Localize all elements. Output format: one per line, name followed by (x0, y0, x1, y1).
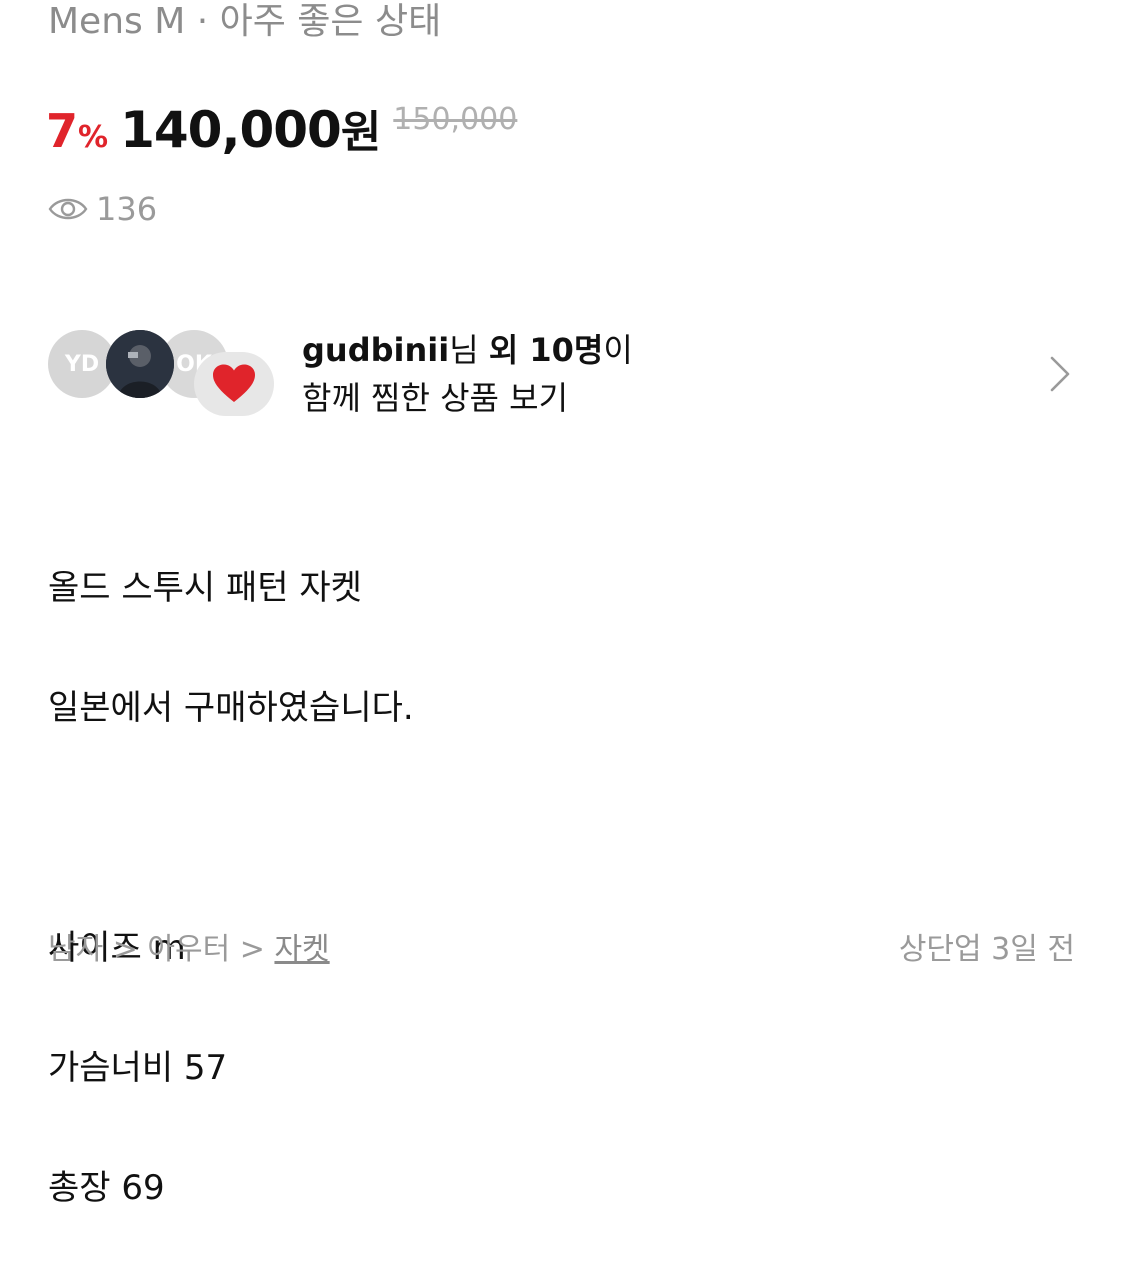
wishlist-likers-row[interactable]: YD OK gudbinii님 외 10명이 함께 찜한 상품 보기 (48, 326, 1078, 422)
breadcrumb-separator: > (103, 932, 148, 967)
avatar (106, 330, 174, 398)
eye-icon (48, 198, 88, 220)
product-description: 올드 스투시 패턴 자켓 일본에서 구매하였습니다. 사이즈 m 가슴너비 57… (48, 498, 414, 1278)
view-count-value: 136 (96, 190, 158, 228)
avatar-initials: YD (64, 351, 100, 377)
price-row: 7 % 140,000 원 150,000 (46, 96, 517, 160)
liker-others-count: 외 10명 (488, 331, 604, 369)
breadcrumb-separator: > (230, 932, 275, 967)
discount-unit: % (78, 120, 109, 155)
category-level-2[interactable]: 아우터 (147, 932, 230, 967)
user-photo-icon (106, 330, 174, 398)
likers-line-2: 함께 찜한 상품 보기 (302, 379, 569, 417)
liker-particle: 이 (603, 331, 633, 369)
product-subtitle: Mens M · 아주 좋은 상태 (48, 1, 442, 42)
liker-username: gudbinii (302, 331, 450, 369)
category-level-3-link[interactable]: 자켓 (274, 932, 329, 967)
wishlist-likers-text: gudbinii님 외 10명이 함께 찜한 상품 보기 (302, 326, 633, 422)
posted-time: 상단업 3일 전 (898, 932, 1075, 967)
heart-badge (194, 352, 274, 416)
current-price-unit: 원 (340, 107, 382, 158)
category-breadcrumb: 남자 > 아우터 > 자켓 (48, 924, 330, 968)
current-price: 140,000 (120, 101, 342, 159)
description-line: 총장 69 (48, 1168, 165, 1208)
likers-line-1: gudbinii님 외 10명이 (302, 326, 633, 374)
liker-honorific: 님 (449, 331, 479, 369)
category-level-1[interactable]: 남자 (48, 932, 103, 967)
heart-icon (213, 364, 255, 402)
view-count: 136 (48, 190, 157, 228)
description-line (48, 798, 414, 858)
description-line: 올드 스투시 패턴 자켓 (48, 568, 362, 608)
chevron-right-icon[interactable] (1048, 354, 1072, 394)
description-line: 일본에서 구매하였습니다. (48, 688, 414, 728)
description-line: 가슴너비 57 (48, 1048, 228, 1088)
original-price: 150,000 (393, 102, 518, 137)
discount-rate: 7 (46, 104, 79, 158)
